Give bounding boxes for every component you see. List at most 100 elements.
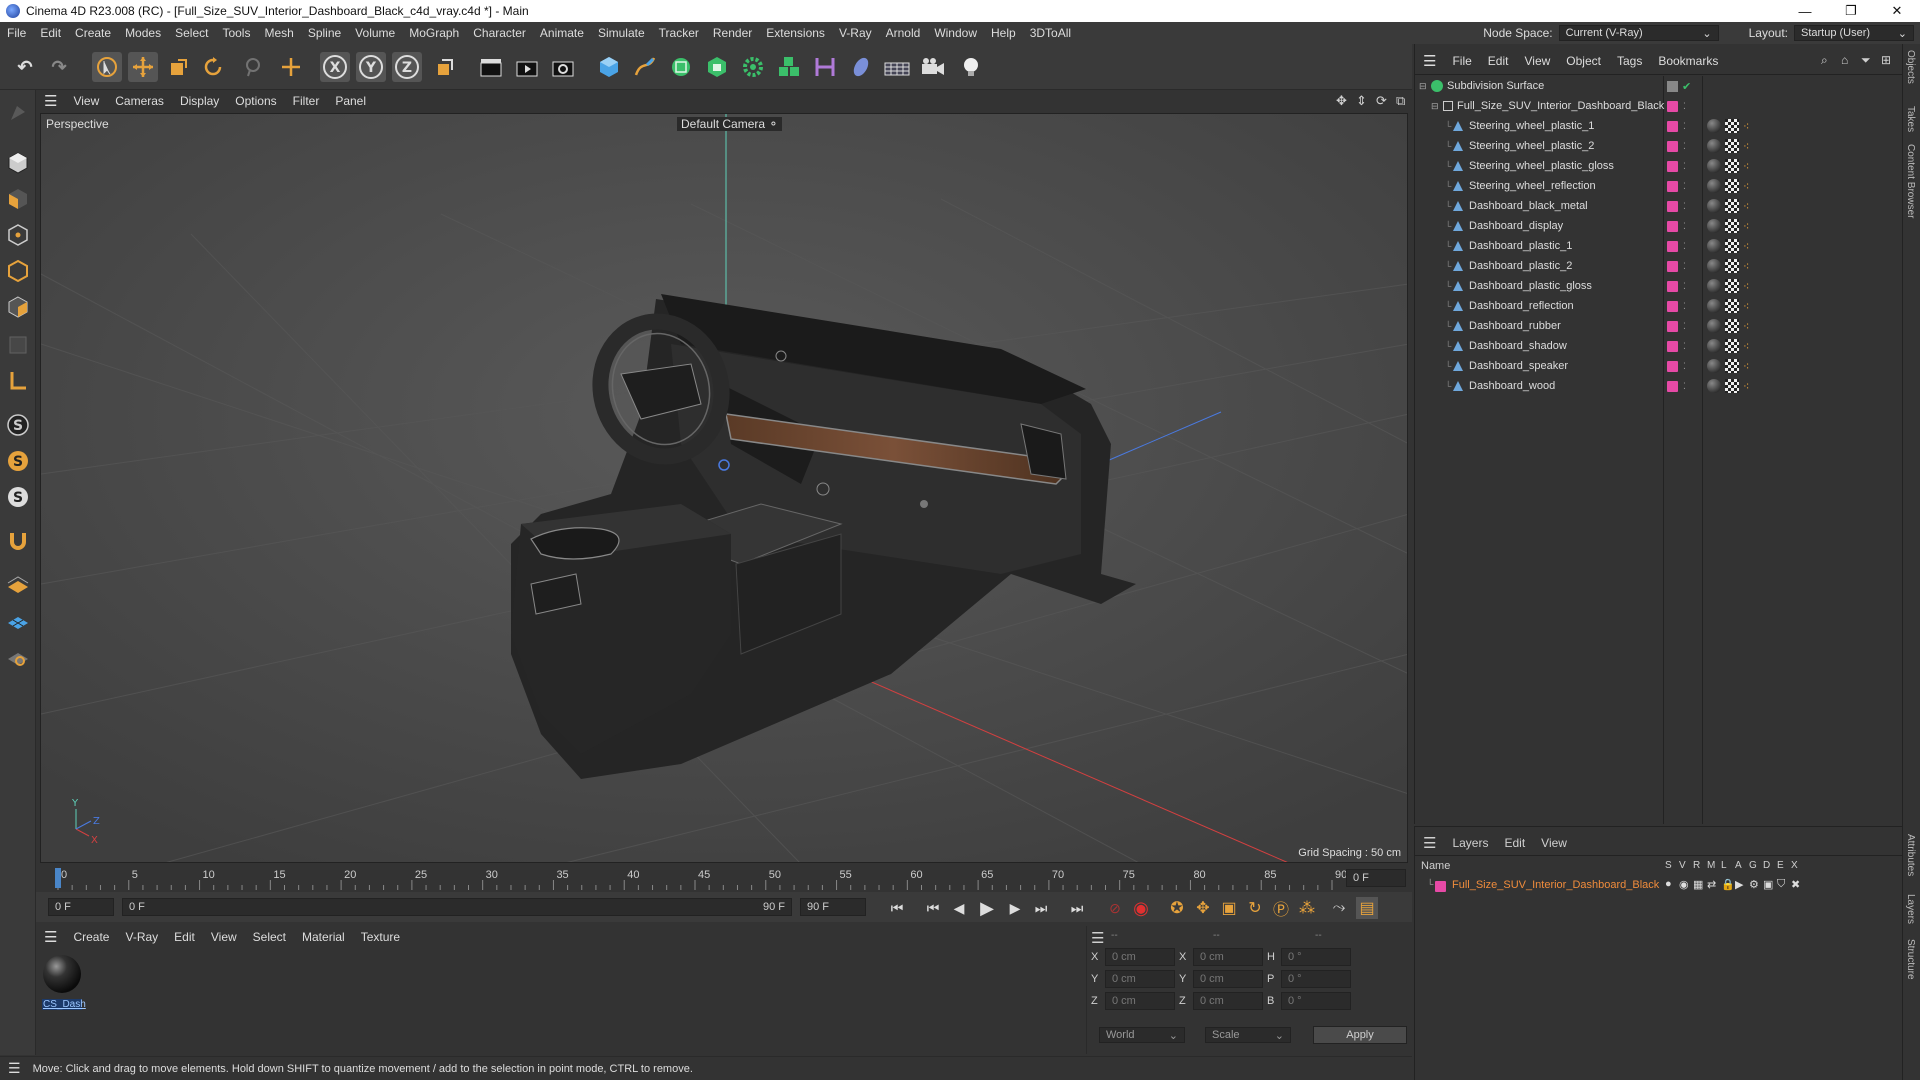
- current-frame-field[interactable]: 0 F: [1346, 869, 1406, 887]
- coord-value-field[interactable]: 0 cm: [1105, 948, 1175, 966]
- material-menu-select[interactable]: Select: [245, 930, 294, 944]
- vray-tag-icon[interactable]: ⁖: [1743, 380, 1749, 393]
- layer-toggle-m-icon[interactable]: ⇄: [1707, 878, 1716, 891]
- texture-tag-icon[interactable]: [1725, 159, 1739, 173]
- viewport-menu-filter[interactable]: Filter: [285, 94, 328, 108]
- apply-button[interactable]: Apply: [1313, 1026, 1407, 1044]
- tab-takes[interactable]: Takes: [1905, 106, 1916, 132]
- vray-tag-icon[interactable]: ⁖: [1743, 300, 1749, 313]
- previous-frame-button[interactable]: ◀: [948, 897, 970, 919]
- hamburger-icon[interactable]: ☰: [36, 92, 65, 110]
- layer-row[interactable]: └ Full_Size_SUV_Interior_Dashboard_Black…: [1415, 877, 1903, 895]
- key-parameter-button[interactable]: Ⓟ: [1270, 897, 1292, 919]
- visibility-dots-icon[interactable]: ⁚: [1683, 181, 1686, 192]
- playhead[interactable]: [55, 868, 61, 888]
- field-button[interactable]: [846, 52, 876, 82]
- menu-extensions[interactable]: Extensions: [759, 26, 832, 40]
- subdivision-button[interactable]: [666, 52, 696, 82]
- tab-objects[interactable]: Objects: [1905, 50, 1916, 84]
- cloner-button[interactable]: [738, 52, 768, 82]
- visibility-dots-icon[interactable]: ⁚: [1683, 121, 1686, 132]
- go-to-end-button[interactable]: ⏭: [1066, 897, 1088, 919]
- vray-tag-icon[interactable]: ⁖: [1743, 220, 1749, 233]
- layer-color-chip[interactable]: [1667, 280, 1678, 292]
- visibility-dots-icon[interactable]: ⁚: [1683, 261, 1686, 272]
- object-row-subdivision[interactable]: ⊟ Subdivision Surface ✔: [1415, 76, 1903, 96]
- coord-value-field[interactable]: 0 °: [1281, 992, 1351, 1010]
- layer-toggle-r-icon[interactable]: ▦: [1693, 878, 1703, 891]
- next-key-button[interactable]: ⏭: [1030, 897, 1052, 919]
- layer-color-chip[interactable]: [1667, 320, 1678, 332]
- viewport-menu-options[interactable]: Options: [227, 94, 284, 108]
- object-row[interactable]: └ Dashboard_wood ⁚ ⁖: [1415, 376, 1903, 396]
- layer-color-chip[interactable]: [1667, 300, 1678, 312]
- material-tag-icon[interactable]: [1707, 119, 1721, 133]
- vray-tag-icon[interactable]: ⁖: [1743, 160, 1749, 173]
- model-mode-button[interactable]: [3, 148, 33, 178]
- deformer-button[interactable]: [810, 52, 840, 82]
- collapse-icon[interactable]: ⊟: [1431, 101, 1439, 112]
- vray-tag-icon[interactable]: ⁖: [1743, 320, 1749, 333]
- menu-animate[interactable]: Animate: [533, 26, 591, 40]
- object-menu-view[interactable]: View: [1516, 54, 1558, 68]
- menu-file[interactable]: File: [0, 26, 33, 40]
- material-tag-icon[interactable]: [1707, 279, 1721, 293]
- vray-tag-icon[interactable]: ⁖: [1743, 260, 1749, 273]
- vray-tag-icon[interactable]: ⁖: [1743, 240, 1749, 253]
- visibility-dots-icon[interactable]: ⁚: [1683, 161, 1686, 172]
- coord-value-field[interactable]: 0 cm: [1193, 970, 1263, 988]
- texture-tag-icon[interactable]: [1725, 279, 1739, 293]
- timeline-window-button[interactable]: ▤: [1356, 897, 1378, 919]
- visibility-dots-icon[interactable]: ⁚: [1683, 101, 1686, 112]
- autokey-button[interactable]: ◉: [1130, 897, 1152, 919]
- material-tag-icon[interactable]: [1707, 159, 1721, 173]
- object-row[interactable]: └ Steering_wheel_plastic_1 ⁚ ⁖: [1415, 116, 1903, 136]
- maximize-view-icon[interactable]: ⧉: [1396, 93, 1405, 109]
- layer-color-chip[interactable]: [1667, 220, 1678, 232]
- 3d-viewport[interactable]: Y X Z Perspective Default Camera ⚬ Grid …: [40, 113, 1408, 863]
- material-tag-icon[interactable]: [1707, 219, 1721, 233]
- material-tag-icon[interactable]: [1707, 299, 1721, 313]
- texture-tag-icon[interactable]: [1725, 359, 1739, 373]
- menu-create[interactable]: Create: [68, 26, 118, 40]
- vray-tag-icon[interactable]: ⁖: [1743, 120, 1749, 133]
- magnet-button[interactable]: [3, 526, 33, 556]
- coordinate-system-dropdown[interactable]: World ⌄: [1099, 1027, 1185, 1043]
- tab-layers[interactable]: Layers: [1905, 894, 1916, 924]
- object-menu-tags[interactable]: Tags: [1609, 54, 1650, 68]
- layer-toggle-e-icon[interactable]: ⛉: [1777, 878, 1785, 891]
- object-row[interactable]: └ Dashboard_rubber ⁚ ⁖: [1415, 316, 1903, 336]
- texture-tag-icon[interactable]: [1725, 379, 1739, 393]
- hamburger-icon[interactable]: ☰: [1415, 52, 1444, 70]
- workplane-snap-button[interactable]: S: [3, 446, 33, 476]
- interpolation-button[interactable]: ⤳: [1328, 897, 1350, 919]
- layer-menu-layers[interactable]: Layers: [1444, 836, 1496, 850]
- menu-mograph[interactable]: MoGraph: [402, 26, 466, 40]
- uv-mode-button[interactable]: [3, 330, 33, 360]
- previous-key-button[interactable]: ⏮: [922, 897, 944, 919]
- layer-color-chip[interactable]: [1667, 340, 1678, 352]
- home-icon[interactable]: ⌂: [1841, 53, 1848, 67]
- layer-color-chip[interactable]: [1435, 881, 1446, 892]
- redo-button[interactable]: ↷: [44, 52, 74, 82]
- floor-button[interactable]: [882, 52, 912, 82]
- collapse-icon[interactable]: ⊟: [1419, 81, 1427, 92]
- layer-color-chip[interactable]: [1667, 260, 1678, 272]
- menu-help[interactable]: Help: [984, 26, 1023, 40]
- layer-color-chip[interactable]: [1667, 140, 1678, 152]
- layer-color-chip[interactable]: [1667, 160, 1678, 172]
- coordinate-system-button[interactable]: [430, 52, 460, 82]
- layout-dropdown[interactable]: Startup (User) ⌄: [1794, 25, 1914, 41]
- material-tag-icon[interactable]: [1707, 379, 1721, 393]
- polygons-mode-button[interactable]: [3, 292, 33, 322]
- go-to-start-button[interactable]: ⏮: [886, 897, 908, 919]
- layer-color-chip[interactable]: [1667, 240, 1678, 252]
- texture-tag-icon[interactable]: [1725, 339, 1739, 353]
- move-tool-button[interactable]: [128, 52, 158, 82]
- layer-toggle-g-icon[interactable]: ⚙: [1749, 878, 1759, 891]
- visibility-dots-icon[interactable]: ⁚: [1683, 341, 1686, 352]
- cube-object-button[interactable]: [594, 52, 624, 82]
- menu-render[interactable]: Render: [706, 26, 759, 40]
- texture-mode-button[interactable]: [3, 184, 33, 214]
- coord-value-field[interactable]: 0 cm: [1105, 992, 1175, 1010]
